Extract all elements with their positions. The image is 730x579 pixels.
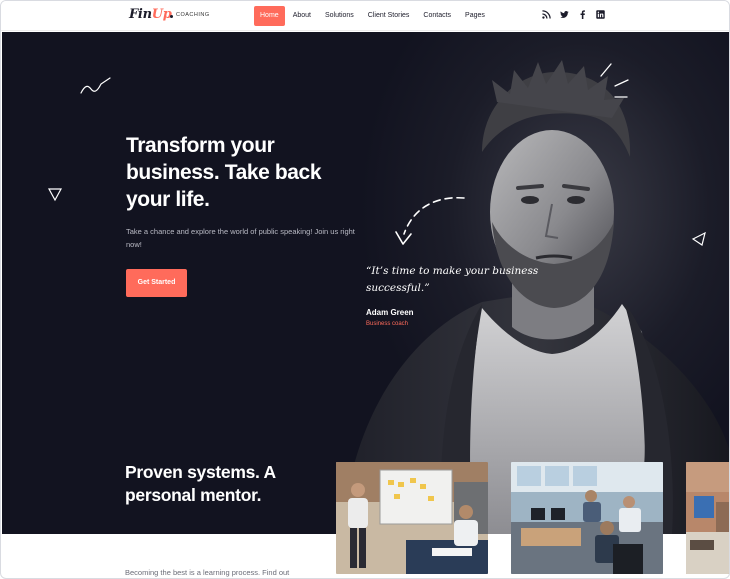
section-description: Becoming the best is a learning process.… [125, 568, 290, 577]
hero-section: Transform your business. Take back your … [2, 32, 729, 534]
nav-contacts[interactable]: Contacts [417, 6, 457, 26]
office-photo-card-2[interactable] [511, 462, 663, 574]
hero-subtext: Take a chance and explore the world of p… [126, 227, 355, 249]
twitter-icon[interactable] [560, 10, 569, 19]
hero-headline: Transform your business. Take back your … [126, 134, 322, 211]
social-links [542, 10, 605, 19]
linkedin-icon[interactable] [596, 10, 605, 19]
section-title: Proven systems. A personal mentor. [125, 462, 276, 505]
site-logo[interactable]: FinUp [129, 7, 172, 22]
nav-pages[interactable]: Pages [459, 6, 491, 26]
nav-solutions[interactable]: Solutions [319, 6, 360, 26]
nav-about[interactable]: About [287, 6, 317, 26]
site-header: FinUp COACHING Home About Solutions Clie… [1, 1, 729, 31]
logo-subtitle: COACHING [176, 12, 210, 18]
facebook-icon[interactable] [578, 10, 587, 19]
workspace-photo-card-3[interactable] [686, 462, 730, 574]
main-nav: Home About Solutions Client Stories Cont… [254, 6, 493, 26]
rss-icon[interactable] [542, 10, 551, 19]
dashed-arrow-decoration [395, 196, 465, 245]
spark-lines-decoration [600, 63, 629, 98]
squiggle-decoration [80, 77, 111, 94]
testimonial-quote: “It’s time to make your business success… [366, 265, 539, 294]
get-started-button[interactable]: Get Started [126, 269, 187, 297]
nav-client-stories[interactable]: Client Stories [362, 6, 416, 26]
nav-home[interactable]: Home [254, 6, 285, 26]
mentoring-photo-card-1[interactable] [336, 462, 488, 574]
logo-accent-text: Up [151, 7, 172, 22]
triangle-decoration-left [47, 188, 63, 202]
testimonial-author-role: Business coach [366, 321, 409, 327]
logo-main-text: Fin [129, 7, 152, 22]
browser-frame: FinUp COACHING Home About Solutions Clie… [0, 0, 730, 579]
testimonial-author-name: Adam Green [366, 308, 414, 317]
triangle-decoration-right [691, 231, 706, 246]
logo-separator-dot [170, 15, 173, 18]
